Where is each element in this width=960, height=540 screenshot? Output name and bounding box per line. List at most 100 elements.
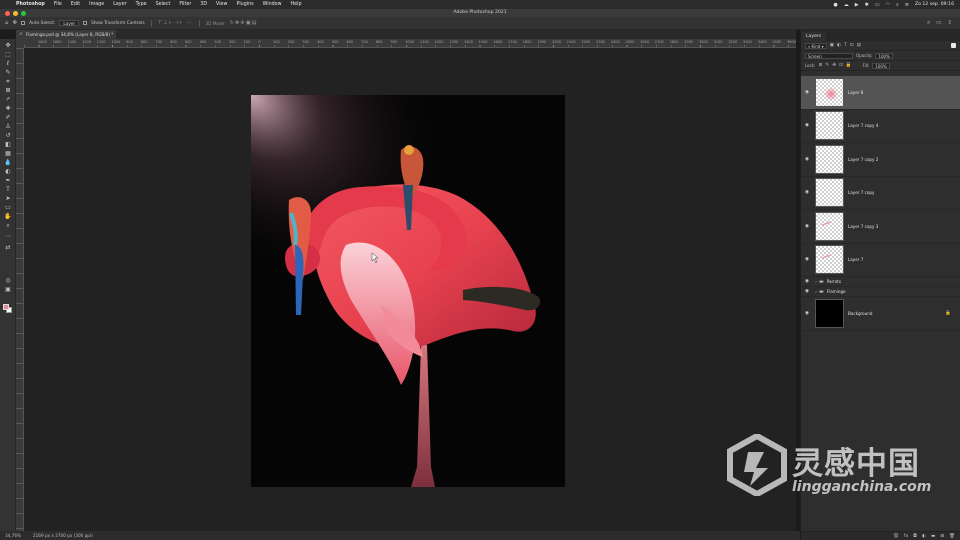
document-size[interactable]: 2169 px x 2700 px (300 ppi) [33, 533, 93, 538]
screen-mode-icon[interactable]: ▣ [3, 285, 13, 294]
lock-transparency-icon[interactable]: ⊞ [818, 63, 822, 68]
layer-row-layer-7-copy-3[interactable]: ◉ Layer 7 copy 3 [801, 210, 960, 244]
brush-tool-icon[interactable]: ✐ [3, 113, 13, 122]
blend-mode-dropdown[interactable]: Screen [805, 52, 853, 59]
play-icon[interactable]: ▶ [855, 2, 859, 8]
more-tools-icon[interactable]: ⋯ [3, 232, 13, 241]
layer-row-layer-7-copy-4[interactable]: ◉ Layer 7 copy 4 [801, 110, 960, 143]
hand-tool-icon[interactable]: ✋ [3, 212, 13, 221]
zoom-level[interactable]: 34,76% [5, 533, 21, 538]
path-selection-tool-icon[interactable]: ➤ [3, 194, 13, 203]
visibility-eye-icon[interactable]: ◉ [801, 190, 813, 195]
history-brush-tool-icon[interactable]: ↺ [3, 131, 13, 140]
visibility-eye-icon[interactable]: ◉ [801, 123, 813, 128]
search-icon[interactable]: ⌕ [896, 2, 899, 8]
vertical-ruler[interactable] [16, 48, 24, 531]
auto-select-checkbox[interactable] [21, 21, 26, 25]
visibility-eye-icon[interactable]: ◉ [801, 279, 813, 284]
visibility-eye-icon[interactable]: ◉ [801, 224, 813, 229]
menu-filter[interactable]: Filter [179, 2, 191, 7]
clock[interactable]: Zo 12 sep. 09:16 [915, 2, 954, 7]
shape-filter-icon[interactable]: ⊡ [850, 43, 854, 48]
lock-artboard-icon[interactable]: ⊡ [839, 63, 843, 68]
menu-window[interactable]: Window [263, 2, 282, 7]
pen-tool-icon[interactable]: ✒ [3, 176, 13, 185]
marquee-tool-icon[interactable]: ⬚ [3, 50, 13, 59]
menu-help[interactable]: Help [291, 2, 302, 7]
foreground-color-swatch[interactable] [3, 304, 9, 310]
rectangle-tool-icon[interactable]: ▭ [3, 203, 13, 212]
adjustment-filter-icon[interactable]: ◐ [837, 43, 841, 48]
cloud-icon[interactable]: ☁ [844, 2, 849, 8]
menu-image[interactable]: Image [89, 2, 104, 7]
transform-controls-checkbox[interactable] [83, 21, 88, 25]
dodge-tool-icon[interactable]: ◐ [3, 167, 13, 176]
edit-toolbar-icon[interactable]: ⇄ [3, 243, 13, 252]
eraser-tool-icon[interactable]: ◧ [3, 140, 13, 149]
record-icon[interactable]: ● [833, 2, 837, 8]
eyedropper-tool-icon[interactable]: ⌿ [3, 95, 13, 104]
type-tool-icon[interactable]: T [3, 185, 13, 194]
link-layers-icon[interactable]: ⛓ [893, 534, 899, 539]
menu-plugins[interactable]: Plugins [236, 2, 253, 7]
lasso-tool-icon[interactable]: ℓ [3, 59, 13, 68]
opacity-input[interactable]: 100% [875, 52, 893, 59]
layer-row-layer-7-copy[interactable]: ◉ Layer 7 copy [801, 177, 960, 210]
layer-row-layer-8[interactable]: ◉ Layer 8 [801, 76, 960, 110]
menu-select[interactable]: Select [156, 2, 171, 7]
visibility-eye-icon[interactable]: ◉ [801, 257, 813, 262]
pixel-filter-icon[interactable]: ▣ [830, 43, 834, 48]
control-center-icon[interactable]: ≡ [905, 2, 909, 8]
menu-3d[interactable]: 3D [200, 2, 207, 7]
add-mask-icon[interactable]: ◘ [913, 534, 917, 539]
menu-edit[interactable]: Edit [71, 2, 80, 7]
layer-group-parrots[interactable]: ◉ › ▬ Parrots [801, 277, 960, 287]
menu-app[interactable]: Photoshop [16, 2, 45, 7]
new-layer-icon[interactable]: ⊞ [940, 534, 944, 539]
smart-object-filter-icon[interactable]: ▤ [857, 43, 861, 48]
workspace-icon[interactable]: ▭ [936, 20, 941, 27]
lock-position-icon[interactable]: ✥ [832, 63, 836, 68]
adjustment-layer-icon[interactable]: ◐ [922, 534, 926, 539]
home-icon[interactable]: ⌂ [5, 20, 9, 26]
battery-icon[interactable]: ▭ [875, 2, 880, 8]
clone-stamp-tool-icon[interactable]: ♙ [3, 122, 13, 131]
share-icon[interactable]: ⇪ [947, 20, 952, 27]
visibility-eye-icon[interactable]: ◉ [801, 289, 813, 294]
filter-kind-dropdown[interactable]: ⌕ Kind ▾ [805, 42, 827, 49]
blur-tool-icon[interactable]: 💧 [3, 158, 13, 167]
frame-tool-icon[interactable]: ⊠ [3, 86, 13, 95]
type-filter-icon[interactable]: T [844, 43, 847, 48]
quick-mask-icon[interactable]: ◎ [3, 276, 13, 285]
quick-select-tool-icon[interactable]: ✎ [3, 68, 13, 77]
document-canvas[interactable] [251, 95, 565, 487]
lock-pixels-icon[interactable]: ✎ [825, 63, 829, 68]
layer-row-background[interactable]: ◉ Background 🔒 [801, 297, 960, 331]
bluetooth-icon[interactable]: ✱ [865, 2, 869, 8]
auto-select-dropdown[interactable]: Layer [59, 20, 80, 26]
layer-row-layer-7[interactable]: ◉ Layer 7 [801, 244, 960, 277]
wifi-icon[interactable]: ◠ [886, 2, 890, 8]
move-tool-icon[interactable]: ✥ [3, 41, 13, 50]
layer-group-flamingo[interactable]: ◉ › ▬ Flamingo [801, 287, 960, 297]
search-icon[interactable]: ⌕ [927, 20, 930, 27]
lock-all-icon[interactable]: 🔒 [846, 63, 852, 68]
close-tab-icon[interactable]: × [19, 32, 23, 37]
healing-brush-tool-icon[interactable]: ✚ [3, 104, 13, 113]
move-tool-preset-icon[interactable]: ✥ [13, 20, 18, 26]
crop-tool-icon[interactable]: ⌗ [3, 77, 13, 86]
gradient-tool-icon[interactable]: ▦ [3, 149, 13, 158]
document-tab[interactable]: × Flamingo.psd @ 34,8% (Layer 8, RGB/8) … [16, 30, 116, 39]
zoom-tool-icon[interactable]: ⌕ [3, 221, 13, 230]
delete-layer-icon[interactable]: 🗑 [949, 534, 955, 539]
menu-type[interactable]: Type [136, 2, 147, 7]
new-group-icon[interactable]: ▬ [931, 534, 935, 539]
visibility-eye-icon[interactable]: ◉ [801, 311, 813, 316]
menu-file[interactable]: File [54, 2, 62, 7]
fill-input[interactable]: 100% [872, 62, 890, 69]
3d-mode-buttons-icon[interactable]: ↻✥✣▣▤ [230, 20, 258, 26]
visibility-eye-icon[interactable]: ◉ [801, 90, 813, 95]
align-buttons-icon[interactable]: ⊤⊥⊢⊣⊦ ⋯ [158, 20, 193, 26]
layers-tab[interactable]: Layers [801, 32, 827, 41]
filter-toggle[interactable] [951, 43, 956, 48]
